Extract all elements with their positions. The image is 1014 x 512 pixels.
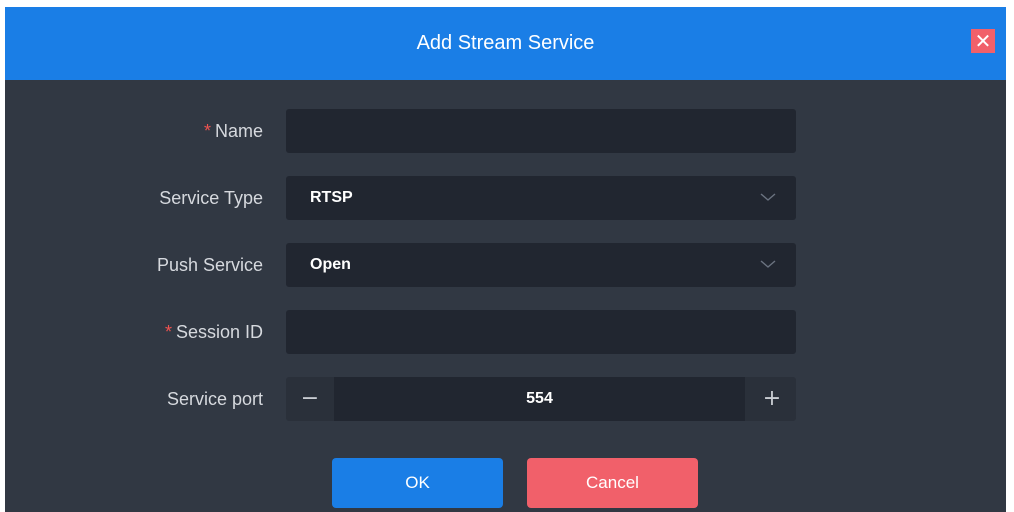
push-service-label: Push Service (156, 255, 263, 275)
cancel-button[interactable]: Cancel (527, 458, 698, 508)
session-id-field-wrapper (286, 310, 796, 354)
service-type-label: Service Type (159, 188, 263, 208)
service-port-label: Service port (166, 389, 263, 409)
session-id-label: * Session ID (165, 310, 263, 354)
name-row: * Name (5, 109, 1006, 153)
session-id-label-text: Session ID (175, 322, 263, 342)
ok-button[interactable]: OK (332, 458, 503, 508)
service-type-value: RTSP (310, 189, 353, 206)
close-icon[interactable]: ✕ (971, 29, 995, 53)
push-service-value: Open (310, 256, 351, 273)
dialog-title: Add Stream Service (416, 32, 595, 54)
service-type-select[interactable]: RTSP (286, 176, 796, 220)
chevron-down-icon (760, 193, 776, 201)
push-service-row: Push Service Open (5, 243, 1006, 287)
service-port-stepper: − 554 + (286, 377, 796, 421)
dialog-titlebar: Add Stream Service ✕ (5, 7, 1006, 80)
name-label: * Name (204, 109, 263, 153)
service-type-row: Service Type RTSP (5, 176, 1006, 220)
required-mark: * (203, 121, 211, 141)
service-port-input[interactable]: 554 (334, 377, 745, 421)
name-input[interactable] (286, 109, 796, 153)
push-service-select[interactable]: Open (286, 243, 796, 287)
chevron-down-icon (760, 260, 776, 268)
required-mark: * (164, 322, 172, 342)
session-id-input[interactable] (286, 310, 796, 354)
increment-button[interactable]: + (748, 377, 796, 421)
name-field-wrapper (286, 109, 796, 153)
service-port-row: Service port − 554 + (5, 377, 1006, 421)
decrement-button[interactable]: − (286, 377, 334, 421)
session-id-row: * Session ID (5, 310, 1006, 354)
name-label-text: Name (214, 121, 263, 141)
add-stream-service-dialog: Add Stream Service ✕ * Name Service Type … (5, 7, 1006, 512)
